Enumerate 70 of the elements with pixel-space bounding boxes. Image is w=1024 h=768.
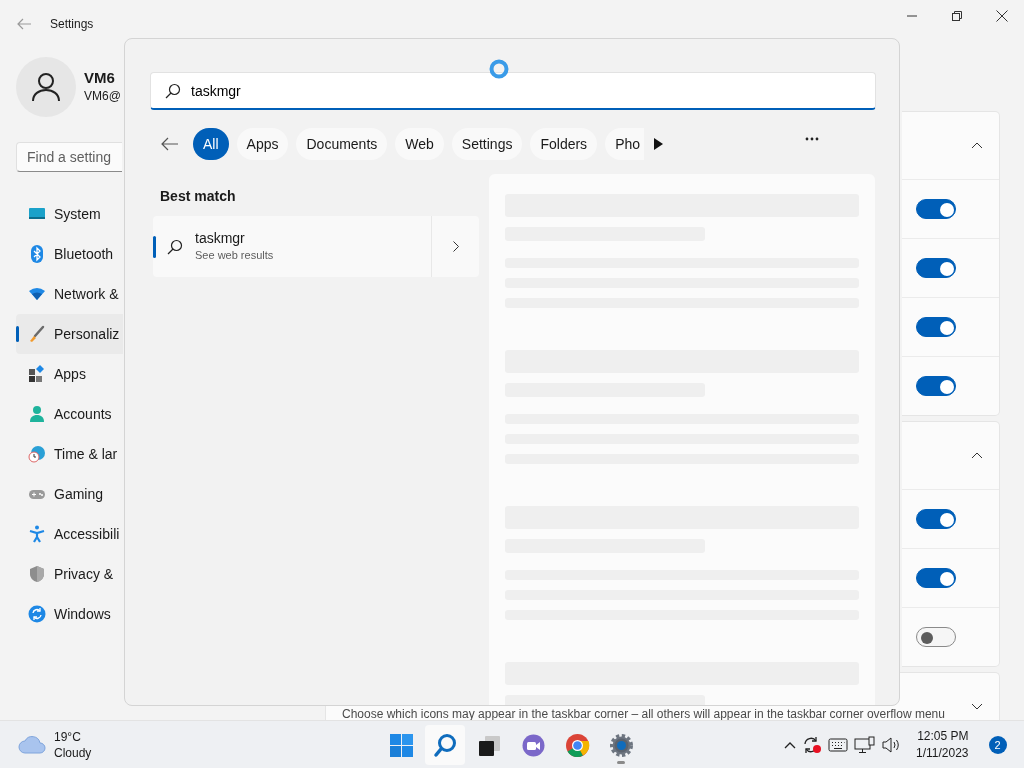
chat-icon bbox=[520, 732, 546, 758]
shield-icon bbox=[28, 565, 46, 583]
window-title: Settings bbox=[50, 16, 94, 33]
search-result[interactable]: taskmgr See web results bbox=[153, 216, 479, 277]
toggle-switch[interactable] bbox=[916, 627, 956, 647]
result-subtitle: See web results bbox=[195, 247, 274, 263]
sync-icon[interactable] bbox=[802, 736, 822, 754]
globe-clock-icon bbox=[28, 445, 46, 463]
nav-item[interactable]: System bbox=[16, 194, 123, 234]
nav-item[interactable]: Personaliz bbox=[16, 314, 123, 354]
section-heading: Best match bbox=[160, 187, 236, 206]
filter-tab[interactable]: Pho bbox=[605, 128, 645, 160]
user-email: VM6@ bbox=[84, 88, 121, 105]
clock[interactable]: 12:05 PM 1/11/2023 bbox=[916, 728, 969, 762]
chevron-icon[interactable] bbox=[971, 703, 983, 710]
user-name: VM6 bbox=[84, 69, 116, 87]
toggle-switch[interactable] bbox=[916, 376, 956, 396]
toggle-switch[interactable] bbox=[916, 317, 956, 337]
keyboard-icon[interactable] bbox=[828, 738, 848, 752]
filter-tab[interactable]: Apps bbox=[236, 128, 289, 160]
bluetooth-icon bbox=[28, 245, 46, 263]
filter-tab[interactable]: Documents bbox=[296, 128, 388, 160]
setting-description: Choose which icons may appear in the taskbar corner – all others will appear in the taskbar corner overflow menu bbox=[342, 708, 945, 720]
nav-item[interactable]: Apps bbox=[16, 354, 123, 394]
nav-item[interactable]: Windows bbox=[16, 594, 123, 634]
result-title: taskmgr bbox=[195, 229, 246, 247]
weather-condition: Cloudy bbox=[54, 744, 92, 761]
filter-tab[interactable]: All bbox=[193, 128, 229, 160]
chevron-right-icon bbox=[452, 241, 459, 252]
nav-item[interactable]: Accessibili bbox=[16, 514, 123, 554]
toggle-switch[interactable] bbox=[916, 568, 956, 588]
nav-item[interactable]: Network & bbox=[16, 274, 123, 314]
filter-tab[interactable]: Folders bbox=[530, 128, 598, 160]
nav-item[interactable]: Privacy & bbox=[16, 554, 123, 594]
person-icon bbox=[28, 405, 46, 423]
search-icon bbox=[432, 732, 458, 758]
chevron-icon[interactable] bbox=[971, 142, 983, 149]
chevron-up-icon[interactable] bbox=[784, 741, 796, 749]
network-icon[interactable] bbox=[854, 736, 876, 754]
back-icon[interactable] bbox=[161, 137, 179, 151]
temperature: 19°C bbox=[54, 728, 82, 745]
chevron-icon[interactable] bbox=[971, 452, 983, 459]
search-icon bbox=[167, 238, 183, 255]
brush-icon bbox=[28, 325, 46, 343]
filter-tab[interactable]: Web bbox=[395, 128, 444, 160]
chrome-icon bbox=[564, 732, 590, 758]
accessibility-icon bbox=[28, 525, 46, 543]
windows-logo-icon bbox=[388, 732, 414, 758]
toggle-switch[interactable] bbox=[916, 199, 956, 219]
toggle-switch[interactable] bbox=[916, 509, 956, 529]
loading-spinner-icon bbox=[489, 59, 509, 79]
cloud-icon bbox=[18, 734, 46, 755]
filter-tab[interactable]: Settings bbox=[451, 128, 523, 160]
sync-icon bbox=[28, 605, 46, 623]
nav-item[interactable]: Time & lar bbox=[16, 434, 123, 474]
toggle-switch[interactable] bbox=[916, 258, 956, 278]
more-icon[interactable] bbox=[805, 137, 819, 141]
apps-icon bbox=[28, 365, 46, 383]
search-field[interactable]: Find a setting bbox=[16, 142, 122, 172]
nav-item[interactable]: Bluetooth bbox=[16, 234, 123, 274]
nav-item[interactable]: Gaming bbox=[16, 474, 123, 514]
close-icon bbox=[995, 10, 1008, 22]
volume-icon[interactable] bbox=[882, 737, 902, 753]
search-icon bbox=[165, 82, 181, 99]
gear-icon bbox=[608, 732, 634, 758]
restore-icon bbox=[951, 11, 962, 21]
person-icon bbox=[31, 72, 61, 102]
next-arrow-icon[interactable] bbox=[654, 138, 664, 150]
notification-badge[interactable]: 2 bbox=[988, 736, 1007, 754]
nav-item[interactable]: Accounts bbox=[16, 394, 123, 434]
